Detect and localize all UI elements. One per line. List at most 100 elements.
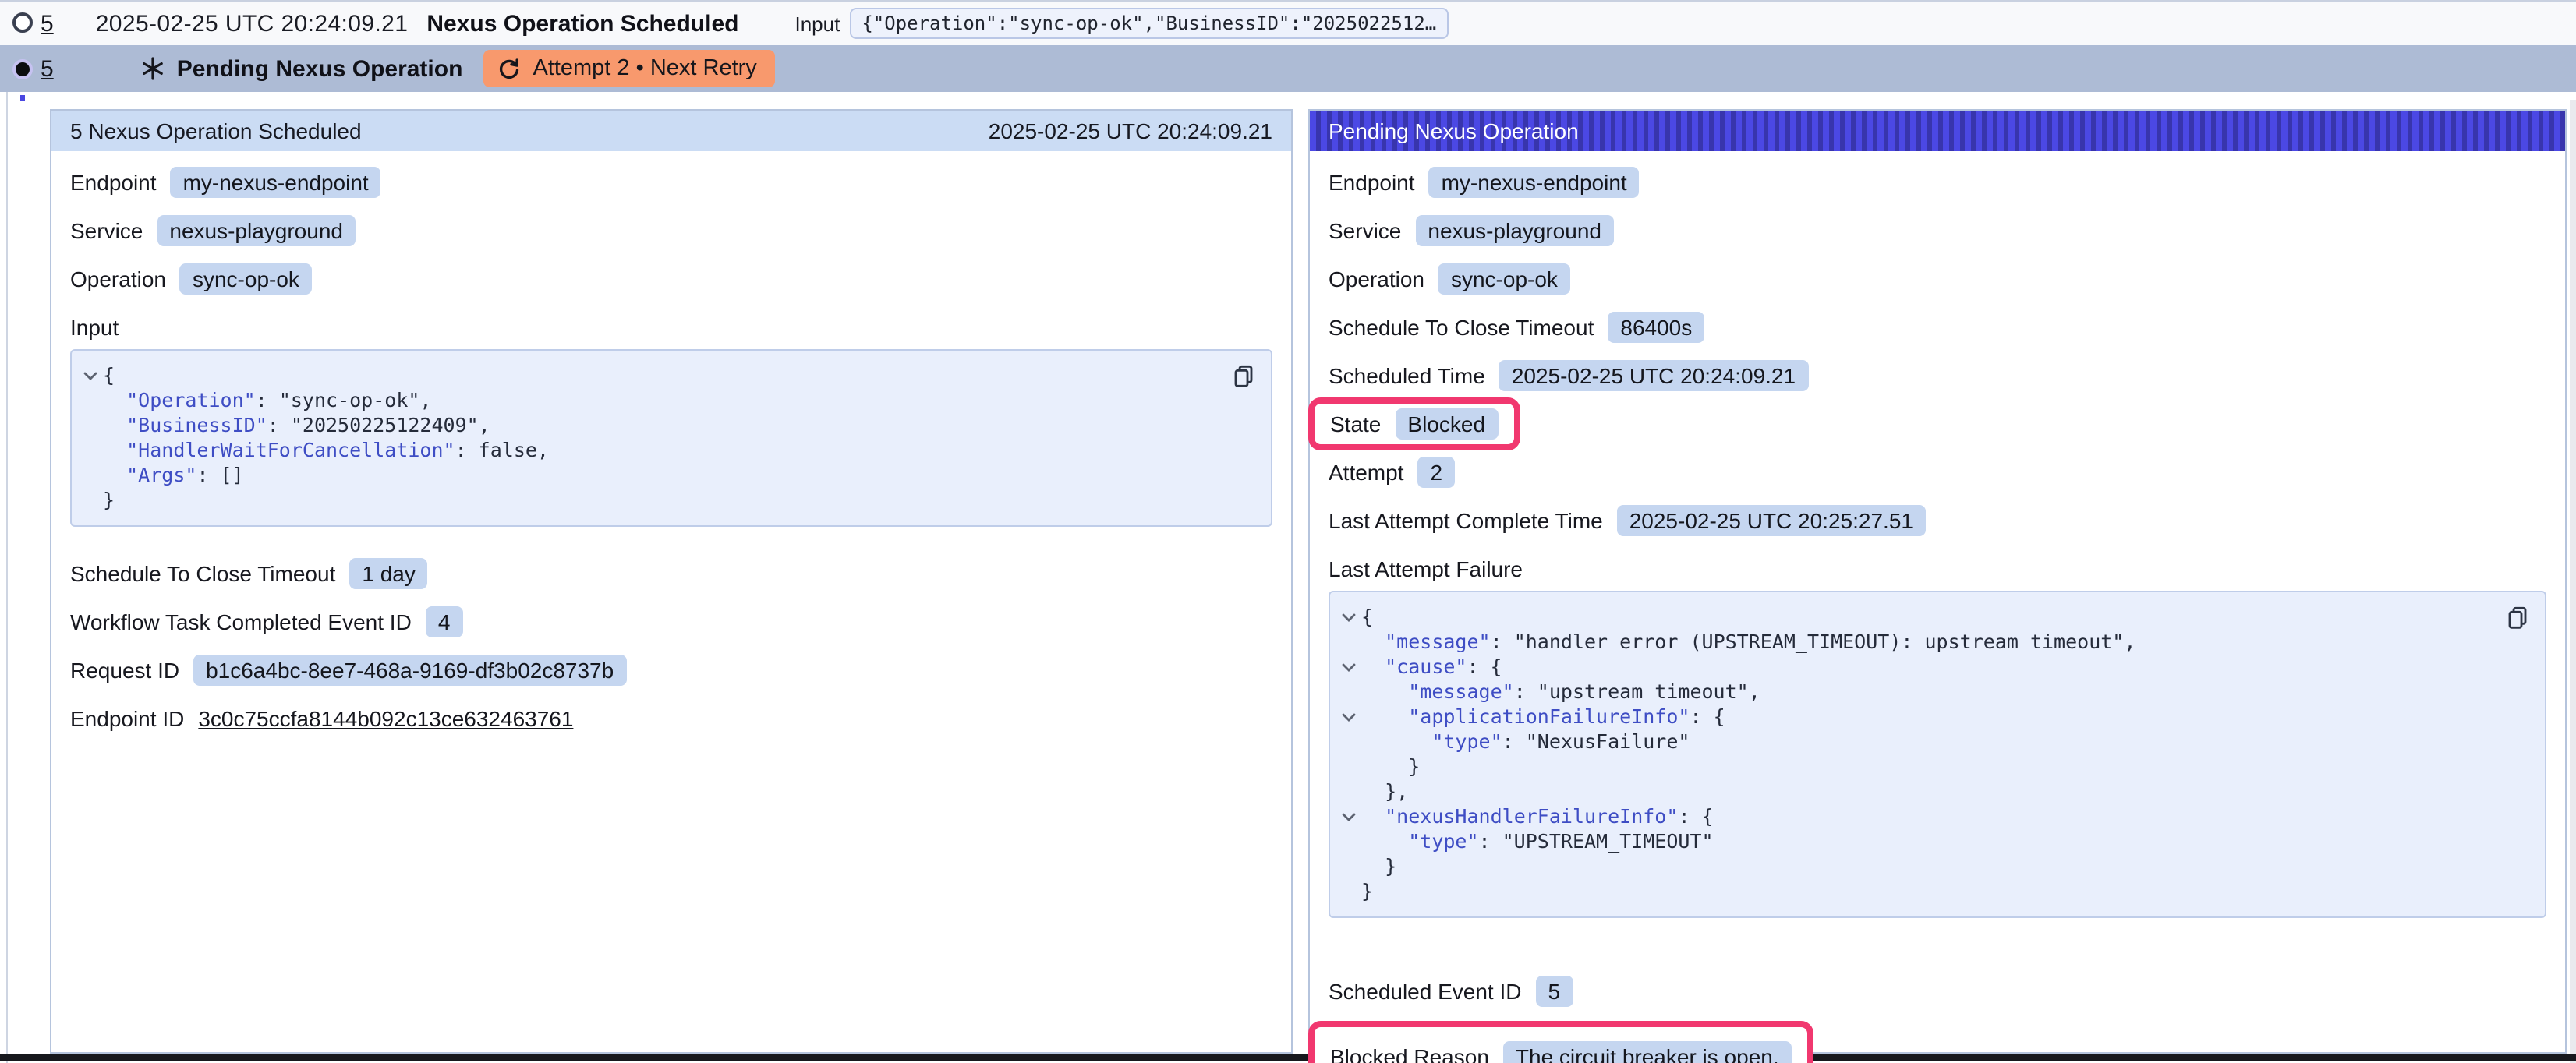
event-id-link[interactable]: 5 — [41, 10, 54, 37]
field-label: Endpoint — [1329, 170, 1415, 195]
attempt-badge-label: Attempt 2 • Next Retry — [533, 56, 756, 81]
code-line: } — [1336, 879, 2501, 904]
code-text: "type": "UPSTREAM_TIMEOUT" — [1361, 829, 1714, 854]
code-line: "Args": [] — [78, 463, 1227, 488]
field-row-schedule-to-close-timeout: Schedule To Close Timeout1 day — [70, 558, 1272, 589]
field-row-endpoint: Endpoint my-nexus-endpoint — [1329, 167, 2546, 198]
section-divider — [0, 1054, 2576, 1061]
field-label: Service — [70, 218, 143, 243]
field-label: Service — [1329, 218, 1401, 243]
copy-icon[interactable] — [1232, 363, 1255, 388]
field-value-badge: 86400s — [1608, 312, 1704, 343]
code-text: "BusinessID": "20250225122409", — [103, 413, 490, 438]
field-row-request-id: Request ID b1c6a4bc-8ee7-468a-9169-df3b02… — [70, 655, 1272, 686]
code-text: "HandlerWaitForCancellation": false, — [103, 438, 549, 463]
highlight-annotation-box: Blocked Reason The circuit breaker is ope… — [1308, 1021, 1813, 1063]
field-value-badge: The circuit breaker is open. — [1503, 1041, 1792, 1063]
field-row-operation: Operation sync-op-ok — [1329, 263, 2546, 295]
pending-operation-header-title: Pending Nexus Operation — [1329, 118, 1579, 143]
field-label: Last Attempt Failure — [1329, 556, 1523, 581]
code-line: "type": "NexusFailure" — [1336, 729, 2501, 754]
field-row-service: Service nexus-playground — [1329, 215, 2546, 246]
field-label: Workflow Task Completed Event ID — [70, 609, 412, 634]
copy-icon[interactable] — [2506, 605, 2529, 630]
field-row-service: Service nexus-playground — [70, 215, 1272, 246]
field-value-badge: 2025-02-25 UTC 20:25:27.51 — [1617, 505, 1926, 536]
code-block-failure_json: { "message": "handler error (UPSTREAM_TI… — [1329, 591, 2546, 918]
code-line: "message": "upstream timeout", — [1336, 680, 2501, 705]
nexus-event-view: 5 2025-02-25 UTC 20:24:09.21 Nexus Opera… — [0, 0, 2576, 1063]
chevron-down-icon[interactable] — [78, 370, 103, 381]
code-block-left_input: { "Operation": "sync-op-ok", "BusinessID… — [70, 349, 1272, 527]
field-label: Endpoint ID — [70, 706, 184, 731]
chevron-down-icon[interactable] — [1336, 612, 1361, 623]
event-id-link[interactable]: 5 — [41, 55, 54, 82]
field-value-badge: nexus-playground — [157, 215, 356, 246]
field-row-scheduled-time: Scheduled Time 2025-02-25 UTC 20:24:09.21 — [1329, 360, 2546, 391]
code-text: } — [1361, 879, 1373, 904]
input-label: Input — [794, 12, 840, 35]
code-text: } — [1361, 754, 1420, 779]
code-text: "cause": { — [1361, 655, 1502, 680]
field-label: Input — [70, 315, 119, 340]
field-label: Blocked Reason — [1330, 1044, 1489, 1063]
pending-operation-title: Pending Nexus Operation — [177, 55, 463, 82]
chevron-down-icon[interactable] — [1336, 662, 1361, 673]
event-timestamp: 2025-02-25 UTC 20:24:09.21 — [96, 10, 409, 37]
field-value-link[interactable]: 3c0c75ccfa8144b092c13ce632463761 — [198, 706, 573, 731]
attempt-retry-badge[interactable]: Attempt 2 • Next Retry — [483, 50, 775, 87]
field-label: Operation — [70, 267, 166, 291]
retry-icon — [497, 57, 520, 80]
code-line: "message": "handler error (UPSTREAM_TIME… — [1336, 630, 2501, 655]
code-text: "nexusHandlerFailureInfo": { — [1361, 804, 1714, 829]
event-detail-body: Endpoint my-nexus-endpoint Service nexus-pl… — [51, 151, 1291, 734]
field-value-badge: my-nexus-endpoint — [1429, 167, 1640, 198]
field-label: Schedule To Close Timeout — [1329, 315, 1594, 340]
code-line: { — [78, 363, 1227, 388]
event-row-scheduled[interactable]: 5 2025-02-25 UTC 20:24:09.21 Nexus Opera… — [0, 0, 2576, 45]
code-text: }, — [1361, 779, 1408, 804]
field-label: Scheduled Time — [1329, 363, 1485, 388]
field-label: Request ID — [70, 658, 179, 683]
field-row-workflow-task-completed-event-id: Workflow Task Completed Event ID 4 — [70, 606, 1272, 637]
input-preview-chip[interactable]: {"Operation":"sync-op-ok","BusinessID":"… — [849, 8, 1449, 39]
field-value-badge: b1c6a4bc-8ee7-468a-9169-df3b02c8737b — [193, 655, 626, 686]
event-title: Nexus Operation Scheduled — [426, 10, 738, 37]
field-value-badge: nexus-playground — [1415, 215, 1614, 246]
field-value-badge: sync-op-ok — [180, 263, 312, 295]
code-line: "BusinessID": "20250225122409", — [78, 413, 1227, 438]
field-row-last-attempt-failure: Last Attempt Failure — [1329, 553, 2546, 584]
field-value-badge: 4 — [426, 606, 463, 637]
field-value-badge: 2025-02-25 UTC 20:24:09.21 — [1499, 360, 1808, 391]
field-value-badge: 2 — [1418, 457, 1456, 488]
code-text: "applicationFailureInfo": { — [1361, 705, 1725, 729]
field-value-badge: my-nexus-endpoint — [171, 167, 381, 198]
pending-operation-header: Pending Nexus Operation — [1310, 111, 2565, 151]
highlight-annotation-box: StateBlocked — [1308, 397, 1520, 450]
event-marker-open-icon — [12, 12, 33, 33]
field-row-last-attempt-complete-time: Last Attempt Complete Time2025-02-25 UTC… — [1329, 505, 2546, 536]
field-row-blocked-reason: Blocked Reason The circuit breaker is ope… — [1330, 1041, 1792, 1063]
field-label: Attempt — [1329, 460, 1404, 485]
code-line: "applicationFailureInfo": { — [1336, 705, 2501, 729]
code-text: "type": "NexusFailure" — [1361, 729, 1690, 754]
code-line: } — [78, 488, 1227, 513]
chevron-down-icon[interactable] — [1336, 712, 1361, 722]
code-text: } — [103, 488, 115, 513]
code-line: } — [1336, 854, 2501, 879]
field-label: Endpoint — [70, 170, 157, 195]
scrollbar[interactable] — [2570, 100, 2575, 1063]
field-value-badge: sync-op-ok — [1438, 263, 1570, 295]
code-text: "message": "handler error (UPSTREAM_TIME… — [1361, 630, 2135, 655]
field-row-attempt: Attempt 2 — [1329, 457, 2546, 488]
chevron-down-icon[interactable] — [1336, 811, 1361, 822]
asterisk-icon — [141, 56, 166, 81]
field-label: Operation — [1329, 267, 1424, 291]
pending-operation-panel: Pending Nexus Operation Endpoint my-nexus… — [1308, 109, 2567, 1054]
field-row-schedule-to-close-timeout: Schedule To Close Timeout 86400s — [1329, 312, 2546, 343]
code-text: { — [1361, 605, 1373, 630]
code-line: "type": "UPSTREAM_TIMEOUT" — [1336, 829, 2501, 854]
event-detail-timestamp: 2025-02-25 UTC 20:24:09.21 — [989, 118, 1272, 143]
event-row-pending[interactable]: 5 Pending Nexus Operation Attempt 2 • Ne… — [0, 45, 2576, 92]
field-row-operation: Operation sync-op-ok — [70, 263, 1272, 295]
